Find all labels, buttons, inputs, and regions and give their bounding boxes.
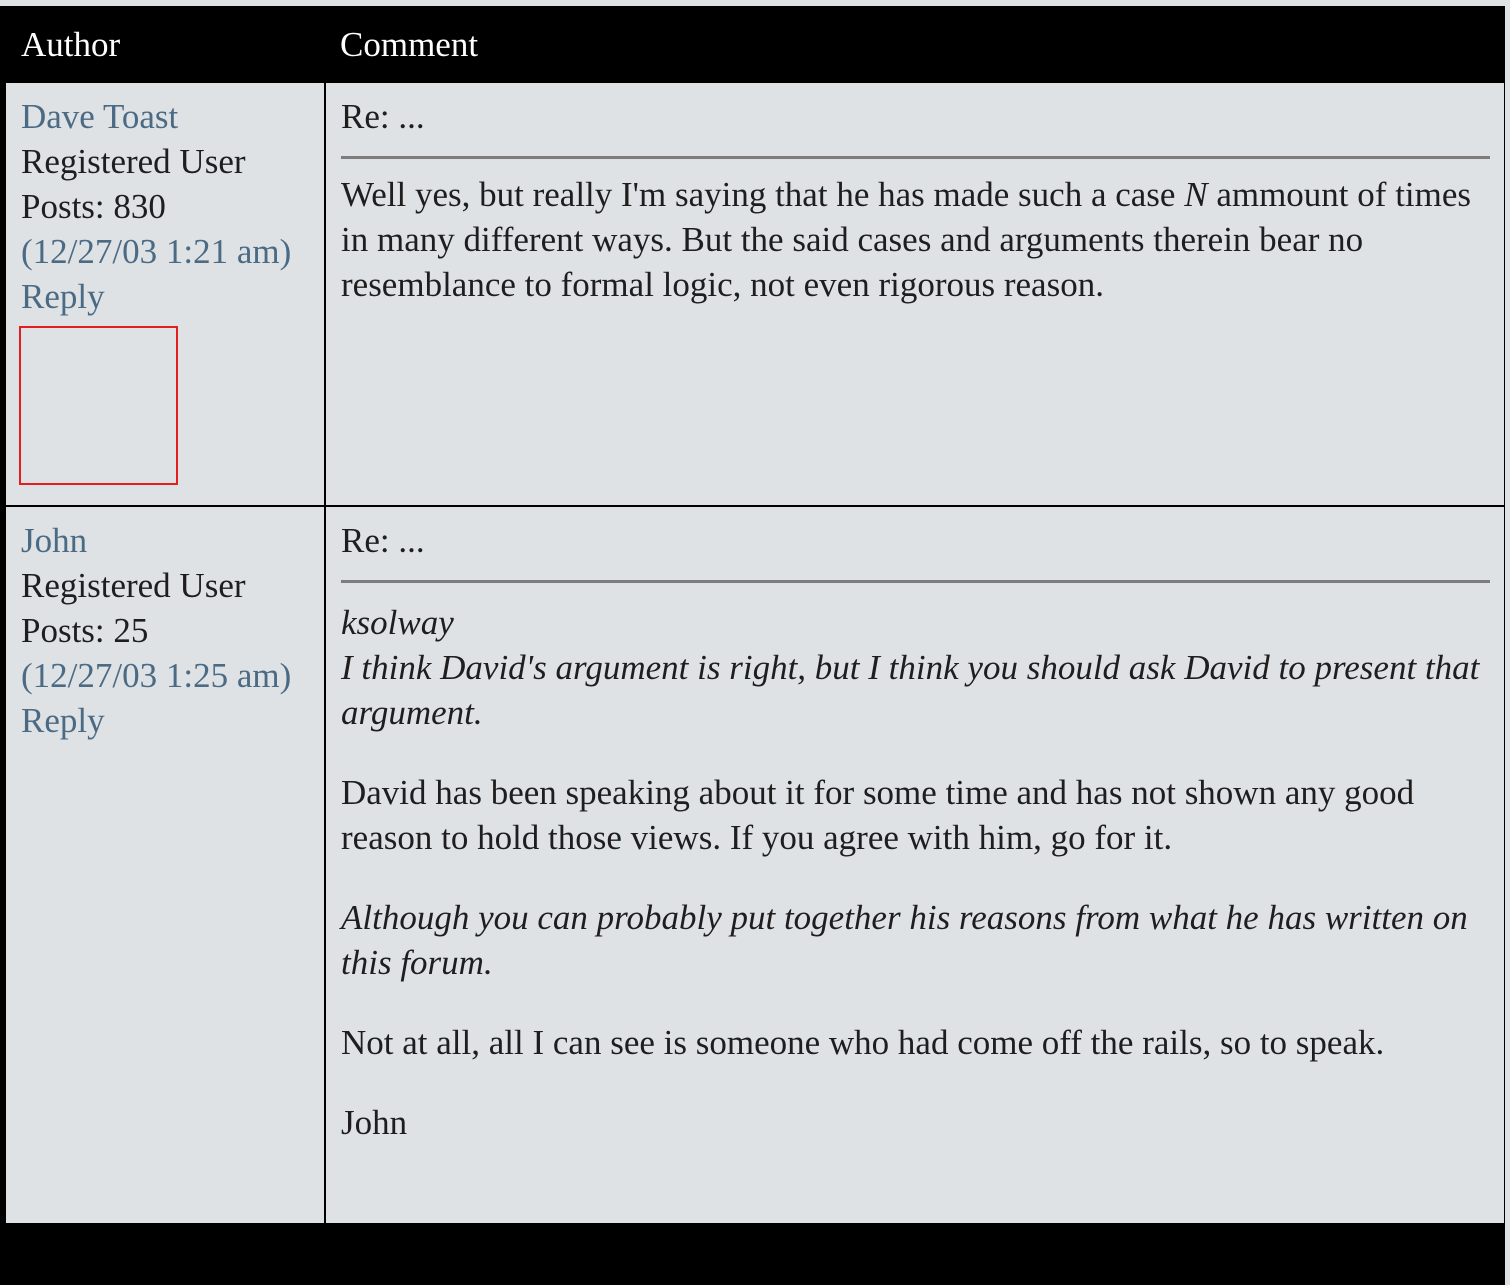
- post-subject: Re: ...: [341, 97, 425, 136]
- footer-bar: [0, 1223, 1505, 1285]
- author-post-count: Posts: 830: [21, 187, 166, 226]
- author-cell: Dave Toast Registered User Posts: 830 (1…: [6, 83, 326, 506]
- post-paragraph: Well yes, but really I'm saying that he …: [341, 172, 1490, 307]
- author-name-link[interactable]: John: [21, 518, 324, 563]
- reply-paragraph: David has been speaking about it for som…: [341, 773, 1415, 858]
- post-body: ksolway I think David's argument is righ…: [341, 600, 1490, 1145]
- post-body: Well yes, but really I'm saying that he …: [341, 172, 1490, 307]
- quoted-text: I think David's argument is right, but I…: [341, 648, 1480, 733]
- avatar: [19, 326, 178, 485]
- author-name-link[interactable]: Dave Toast: [21, 94, 324, 139]
- post-date-link[interactable]: (12/27/03 1:21 am): [21, 229, 324, 274]
- author-column-header: Author: [6, 6, 325, 83]
- author-role: Registered User: [21, 142, 246, 181]
- author-cell: John Registered User Posts: 25 (12/27/03…: [6, 507, 326, 1223]
- post-row: Dave Toast Registered User Posts: 830 (1…: [6, 83, 1504, 506]
- post-subject: Re: ...: [341, 521, 425, 561]
- reply-link[interactable]: Reply: [21, 274, 324, 319]
- signature: John: [341, 1103, 408, 1143]
- post-date-link[interactable]: (12/27/03 1:25 am): [21, 653, 324, 698]
- subject-divider: [341, 156, 1490, 159]
- subject-divider: [341, 580, 1490, 584]
- comment-cell: Re: ... Well yes, but really I'm saying …: [325, 83, 1504, 506]
- paragraph-text: Well yes, but really I'm saying that he …: [341, 175, 1185, 214]
- author-post-count: Posts: 25: [21, 611, 149, 651]
- quote-author: ksolway: [341, 603, 454, 643]
- reply-paragraph: Not at all, all I can see is someone who…: [341, 1023, 1385, 1063]
- forum-page: Author Comment Dave Toast Registered Use…: [0, 0, 1510, 1285]
- comment-column-header: Comment: [325, 6, 1504, 83]
- right-border: [1505, 0, 1510, 1285]
- reply-link[interactable]: Reply: [21, 698, 324, 743]
- comment-cell: Re: ... ksolway I think David's argument…: [325, 507, 1504, 1223]
- forum-thread-table: Author Comment Dave Toast Registered Use…: [6, 6, 1504, 1223]
- post-row: John Registered User Posts: 25 (12/27/03…: [6, 507, 1504, 1223]
- table-header-row: Author Comment: [6, 6, 1504, 83]
- italic-variable: N: [1184, 175, 1208, 214]
- quoted-text: Although you can probably put together h…: [341, 898, 1468, 983]
- author-role: Registered User: [21, 566, 246, 606]
